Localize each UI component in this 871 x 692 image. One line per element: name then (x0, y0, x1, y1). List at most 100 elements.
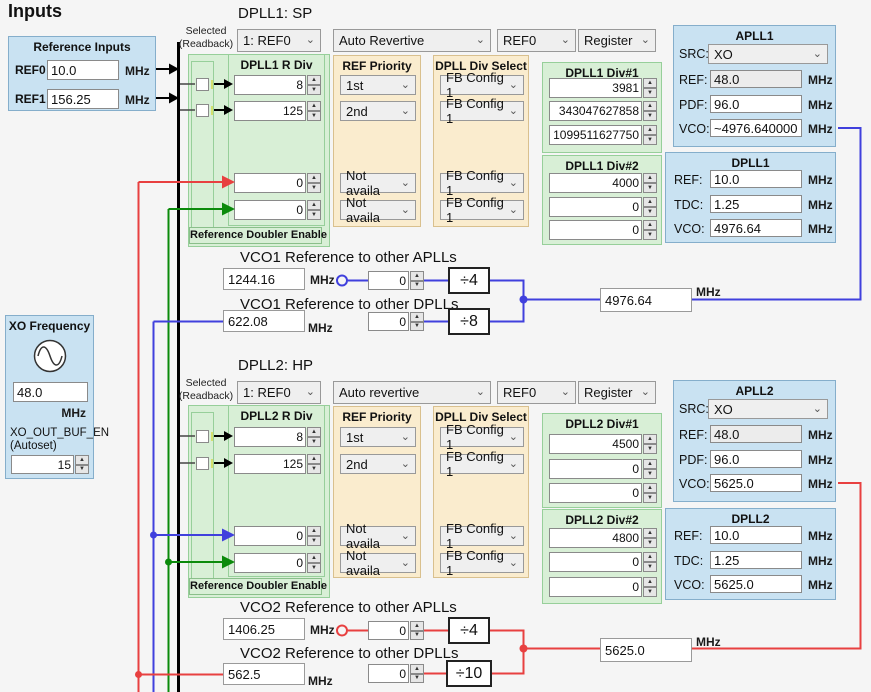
dpll1-div2-0-stepper[interactable]: ▲▼ (549, 173, 657, 193)
spin-down-button[interactable]: ▼ (307, 183, 321, 193)
spin-up-button[interactable]: ▲ (307, 427, 321, 437)
vco2-dpll-freq[interactable] (223, 663, 305, 685)
dpll1-rdiv-3-stepper[interactable]: ▲▼ (234, 200, 321, 220)
dpll1-priority-2-select[interactable]: Not availa⌄ (340, 173, 416, 193)
dpll1-rdiv-0-value[interactable] (234, 75, 306, 95)
dpll1-div2-1-value[interactable] (549, 197, 642, 217)
dpll1-rdiv-1-stepper[interactable]: ▲▼ (234, 101, 321, 121)
spin-down-button[interactable]: ▼ (643, 183, 657, 193)
dpll2-div2-0-value[interactable] (549, 528, 642, 548)
dpll2-tdc-field[interactable] (710, 551, 802, 569)
spin-up-button[interactable]: ▲ (307, 454, 321, 464)
spin-down-button[interactable]: ▼ (307, 111, 321, 121)
apll1-src-select[interactable]: XO⌄ (708, 44, 828, 64)
vco2-dpll-delay-value[interactable] (368, 664, 409, 683)
dpll1-fb-0-select[interactable]: FB Config 1⌄ (440, 75, 524, 95)
ref0-freq-input[interactable] (47, 60, 119, 80)
spin-up-button[interactable]: ▲ (643, 577, 657, 587)
xo-out-buf-en-stepper[interactable]: ▲▼ (11, 455, 89, 474)
vco2-output-freq[interactable] (600, 638, 692, 662)
dpll1-div2-1-stepper[interactable]: ▲▼ (549, 197, 657, 217)
dpll1-div1-1-value[interactable] (549, 101, 642, 121)
spin-down-button[interactable]: ▼ (643, 444, 657, 454)
dpll1-div2-2-value[interactable] (549, 220, 642, 240)
dpll2-rdiv-1-value[interactable] (234, 454, 306, 474)
dpll2-div1-1-stepper[interactable]: ▲▼ (549, 459, 657, 479)
spin-up-button[interactable]: ▲ (643, 125, 657, 135)
spin-up-button[interactable]: ▲ (643, 197, 657, 207)
dpll2-priority-0-select[interactable]: 1st⌄ (340, 427, 416, 447)
spin-down-button[interactable]: ▼ (643, 111, 657, 121)
dpll1-tdc-field[interactable] (710, 195, 802, 213)
vco1-apll-delay-value[interactable] (368, 271, 409, 290)
spin-up-button[interactable]: ▲ (643, 220, 657, 230)
apll2-vco-field[interactable] (710, 474, 802, 492)
vco1-apll-freq[interactable] (223, 268, 305, 290)
spin-up-button[interactable]: ▲ (307, 200, 321, 210)
dpll2-ref-field[interactable] (710, 526, 802, 544)
dpll1-div1-0-stepper[interactable]: ▲▼ (549, 78, 657, 98)
dpll1-priority-3-select[interactable]: Not availa⌄ (340, 200, 416, 220)
dpll2-rdiv-2-stepper[interactable]: ▲▼ (234, 526, 321, 546)
apll2-src-select[interactable]: XO⌄ (708, 399, 828, 419)
dpll2-fb-1-select[interactable]: FB Config 1⌄ (440, 454, 524, 474)
spin-down-button[interactable]: ▼ (643, 88, 657, 98)
vco1-dpll-delay-value[interactable] (368, 312, 409, 331)
spin-up-button[interactable]: ▲ (410, 621, 424, 631)
spin-down-button[interactable]: ▼ (307, 536, 321, 546)
dpll2-rdiv-0-stepper[interactable]: ▲▼ (234, 427, 321, 447)
dpll2-fb-3-select[interactable]: FB Config 1⌄ (440, 553, 524, 573)
dpll1-priority-0-select[interactable]: 1st⌄ (340, 75, 416, 95)
apll2-pdf-field[interactable] (710, 450, 802, 468)
dpll1-ref1-doubler-checkbox[interactable] (196, 104, 209, 117)
dpll2-div1-2-value[interactable] (549, 483, 642, 503)
dpll2-div1-2-stepper[interactable]: ▲▼ (549, 483, 657, 503)
dpll2-priority-2-select[interactable]: Not availa⌄ (340, 526, 416, 546)
spin-down-button[interactable]: ▼ (75, 465, 89, 475)
dpll1-div1-2-stepper[interactable]: ▲▼ (549, 125, 657, 145)
ref1-freq-input[interactable] (47, 89, 119, 109)
dpll2-div2-1-stepper[interactable]: ▲▼ (549, 552, 657, 572)
spin-up-button[interactable]: ▲ (307, 75, 321, 85)
spin-up-button[interactable]: ▲ (307, 173, 321, 183)
spin-down-button[interactable]: ▼ (643, 135, 657, 145)
dpll1-ref0-doubler-checkbox[interactable] (196, 78, 209, 91)
spin-up-button[interactable]: ▲ (643, 78, 657, 88)
spin-down-button[interactable]: ▼ (410, 322, 424, 332)
dpll2-rdiv-2-value[interactable] (234, 526, 306, 546)
dpll2-revertive-select[interactable]: Auto revertive ⌄ (333, 381, 491, 404)
spin-down-button[interactable]: ▼ (307, 563, 321, 573)
spin-up-button[interactable]: ▲ (307, 553, 321, 563)
spin-up-button[interactable]: ▲ (410, 664, 424, 674)
dpll1-div1-1-stepper[interactable]: ▲▼ (549, 101, 657, 121)
vco1-output-freq[interactable] (600, 288, 692, 312)
spin-up-button[interactable]: ▲ (643, 434, 657, 444)
dpll2-rdiv-3-stepper[interactable]: ▲▼ (234, 553, 321, 573)
spin-down-button[interactable]: ▼ (410, 281, 424, 291)
dpll2-div1-0-stepper[interactable]: ▲▼ (549, 434, 657, 454)
spin-down-button[interactable]: ▼ (643, 230, 657, 240)
spin-down-button[interactable]: ▼ (643, 469, 657, 479)
spin-down-button[interactable]: ▼ (643, 538, 657, 548)
spin-up-button[interactable]: ▲ (410, 271, 424, 281)
dpll2-div2-0-stepper[interactable]: ▲▼ (549, 528, 657, 548)
dpll1-priority-1-select[interactable]: 2nd⌄ (340, 101, 416, 121)
dpll2-ref0-doubler-checkbox[interactable] (196, 430, 209, 443)
spin-down-button[interactable]: ▼ (307, 437, 321, 447)
spin-up-button[interactable]: ▲ (75, 455, 89, 465)
spin-up-button[interactable]: ▲ (643, 101, 657, 111)
dpll1-rdiv-2-value[interactable] (234, 173, 306, 193)
dpll1-mode-select[interactable]: Register ⌄ (578, 29, 656, 52)
dpll2-rdiv-0-value[interactable] (234, 427, 306, 447)
dpll1-fb-2-select[interactable]: FB Config 1⌄ (440, 173, 524, 193)
dpll2-div1-0-value[interactable] (549, 434, 642, 454)
dpll1-div1-2-value[interactable] (549, 125, 642, 145)
vco1-dpll-freq[interactable] (223, 310, 305, 332)
dpll1-fb-3-select[interactable]: FB Config 1⌄ (440, 200, 524, 220)
dpll2-priority-1-select[interactable]: 2nd⌄ (340, 454, 416, 474)
spin-down-button[interactable]: ▼ (307, 464, 321, 474)
dpll1-div2-0-value[interactable] (549, 173, 642, 193)
vco2-apll-delay-stepper[interactable]: ▲▼ (368, 621, 424, 640)
apll1-vco-field[interactable] (710, 119, 802, 137)
dpll1-rdiv-3-value[interactable] (234, 200, 306, 220)
